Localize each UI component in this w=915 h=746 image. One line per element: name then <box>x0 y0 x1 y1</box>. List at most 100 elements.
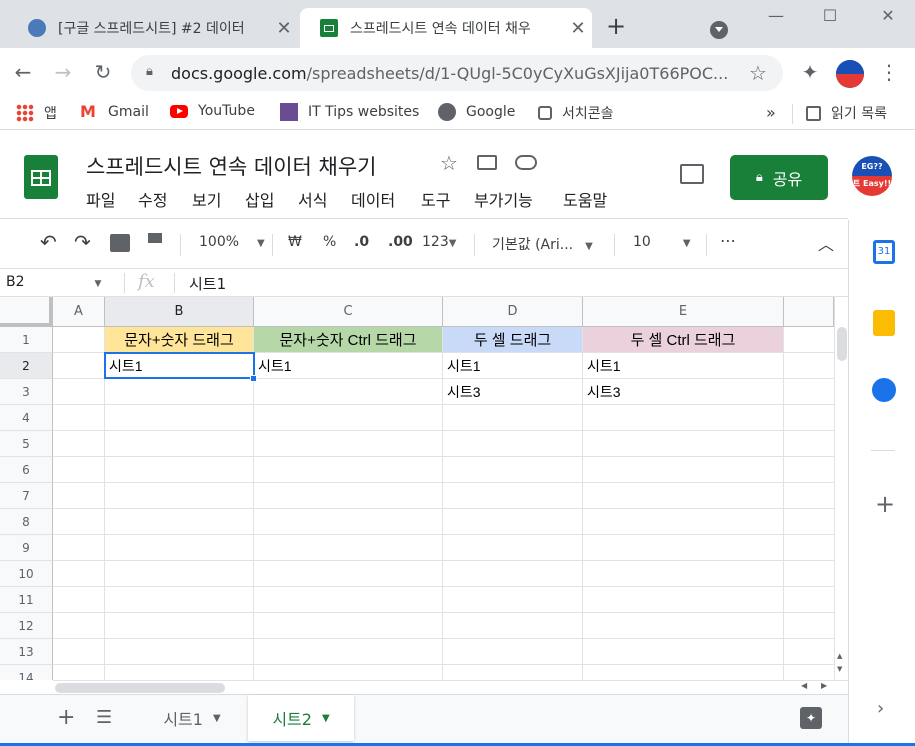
back-icon[interactable]: ← <box>10 60 36 84</box>
menu-format[interactable]: 서식 <box>298 187 327 211</box>
bookmark-apps[interactable]: 앱 <box>16 103 57 123</box>
close-window-icon[interactable]: ✕ <box>868 6 908 25</box>
percent-format-button[interactable]: % <box>323 234 336 250</box>
row-header[interactable]: 3 <box>0 379 53 405</box>
account-avatar[interactable]: EG?? 트 Easy!! <box>852 156 892 196</box>
currency-format-button[interactable]: ₩ <box>288 234 302 250</box>
horizontal-scrollbar[interactable]: ◀ ▶ <box>53 680 848 694</box>
scroll-down-arrow-icon[interactable]: ▼ <box>837 665 842 673</box>
reading-list-button[interactable]: 읽기 목록 <box>806 103 887 123</box>
row-header[interactable]: 13 <box>0 639 53 665</box>
browser-tab-inactive[interactable]: [구글 스프레드시트] #2 데이터 ✕ <box>8 8 298 48</box>
menu-file[interactable]: 파일 <box>86 187 115 211</box>
add-sheet-icon[interactable]: + <box>57 705 75 730</box>
cell-c2[interactable]: 시트1 <box>254 353 443 379</box>
undo-icon[interactable]: ↶ <box>40 230 57 254</box>
fill-handle[interactable] <box>250 375 257 382</box>
vertical-scrollbar[interactable]: ▲ ▼ <box>834 297 848 680</box>
scroll-up-arrow-icon[interactable]: ▲ <box>837 652 842 660</box>
column-header-b[interactable]: B <box>105 297 254 327</box>
explore-icon[interactable]: ✦ <box>800 707 822 729</box>
cell-e3[interactable]: 시트3 <box>583 379 784 405</box>
cell-d2[interactable]: 시트1 <box>443 353 583 379</box>
redo-icon[interactable]: ↷ <box>74 230 91 254</box>
star-icon[interactable]: ☆ <box>440 151 458 175</box>
decrease-decimal-button[interactable]: .0 <box>354 234 369 250</box>
bookmark-google[interactable]: Google <box>438 103 515 121</box>
menu-addons[interactable]: 부가기능 <box>474 187 533 211</box>
reload-icon[interactable]: ↻ <box>90 60 116 84</box>
bookmark-youtube[interactable]: YouTube <box>170 103 255 119</box>
font-size-select[interactable]: 10 ▼ <box>633 234 691 250</box>
move-folder-icon[interactable] <box>477 155 497 170</box>
bookmark-star-icon[interactable]: ☆ <box>749 61 767 85</box>
horizontal-scroll-thumb[interactable] <box>55 683 225 693</box>
keep-icon[interactable] <box>873 310 895 336</box>
calendar-icon[interactable]: 31 <box>873 240 895 264</box>
address-bar[interactable]: 🔒︎ docs.google.com/spreadsheets/d/1-QUgl… <box>131 55 783 91</box>
more-options-button[interactable]: ⋯ <box>720 231 736 250</box>
name-box[interactable]: B2 ▼ <box>6 274 101 290</box>
menu-data[interactable]: 데이터 <box>351 187 395 211</box>
formula-input[interactable]: 시트1 <box>189 273 226 294</box>
close-tab-icon[interactable]: ✕ <box>270 18 298 39</box>
row-header[interactable]: 14 <box>0 665 53 680</box>
zoom-select[interactable]: 100% ▼ <box>199 234 265 250</box>
column-header-d[interactable]: D <box>443 297 583 327</box>
select-all-corner[interactable] <box>0 297 53 327</box>
row-header[interactable]: 11 <box>0 587 53 613</box>
maximize-icon[interactable]: ☐ <box>810 6 850 25</box>
cell-d1[interactable]: 두 셀 드래그 <box>443 327 583 353</box>
more-bookmarks-button[interactable]: » <box>766 103 776 122</box>
browser-tab-active[interactable]: 스프레드시트 연속 데이터 채우 ✕ <box>300 8 592 48</box>
paint-format-icon[interactable] <box>148 233 162 243</box>
expand-panel-icon[interactable]: › <box>877 698 884 719</box>
tasks-icon[interactable] <box>872 378 896 402</box>
extensions-icon[interactable]: ✦ <box>797 60 823 84</box>
bookmark-gmail[interactable]: M Gmail <box>80 103 149 121</box>
collapse-toolbar-icon[interactable]: ︿ <box>818 231 834 255</box>
close-tab-icon[interactable]: ✕ <box>564 18 592 39</box>
sheets-logo-icon[interactable] <box>24 155 58 199</box>
row-header[interactable]: 6 <box>0 457 53 483</box>
menu-tools[interactable]: 도구 <box>421 187 450 211</box>
new-tab-button[interactable]: + <box>606 12 626 40</box>
increase-decimal-button[interactable]: .00 <box>388 234 413 250</box>
row-header[interactable]: 9 <box>0 535 53 561</box>
get-addons-icon[interactable]: + <box>875 490 895 518</box>
column-header-e[interactable]: E <box>583 297 784 327</box>
scroll-right-arrow-icon[interactable]: ▶ <box>821 681 827 690</box>
bookmark-search-console[interactable]: 서치콘솔 <box>538 103 614 123</box>
cell-e1[interactable]: 두 셀 Ctrl 드래그 <box>583 327 784 353</box>
bookmark-it-tips[interactable]: IT Tips websites <box>280 103 419 121</box>
row-header[interactable]: 1 <box>0 327 53 353</box>
menu-insert[interactable]: 삽입 <box>245 187 274 211</box>
row-header[interactable]: 2 <box>0 353 53 379</box>
cell-b1[interactable]: 문자+숫자 드래그 <box>105 327 254 353</box>
number-format-select[interactable]: 123▼ <box>422 234 456 250</box>
cell-d3[interactable]: 시트3 <box>443 379 583 405</box>
row-header[interactable]: 12 <box>0 613 53 639</box>
sheet-tab-2-active[interactable]: 시트2 ▼ <box>248 695 354 741</box>
column-header-c[interactable]: C <box>254 297 443 327</box>
minimize-icon[interactable]: — <box>756 6 796 25</box>
font-family-select[interactable]: 기본값 (Ari... ▼ <box>492 234 593 254</box>
forward-icon[interactable]: → <box>50 60 76 84</box>
print-icon[interactable] <box>110 234 130 252</box>
menu-help[interactable]: 도움말 <box>563 187 607 211</box>
row-header[interactable]: 5 <box>0 431 53 457</box>
browser-menu-icon[interactable]: ⋮ <box>876 60 902 84</box>
comments-icon[interactable] <box>680 164 704 184</box>
column-header-f[interactable] <box>784 297 834 327</box>
profile-avatar[interactable] <box>836 60 864 88</box>
sheet-tab-1[interactable]: 시트1 ▼ <box>138 695 246 741</box>
share-button[interactable]: 🔒︎ 공유 <box>730 155 828 200</box>
row-header[interactable]: 4 <box>0 405 53 431</box>
row-header[interactable]: 8 <box>0 509 53 535</box>
vertical-scroll-thumb[interactable] <box>837 327 847 361</box>
column-header-a[interactable]: A <box>53 297 105 327</box>
row-header[interactable]: 10 <box>0 561 53 587</box>
cell-e2[interactable]: 시트1 <box>583 353 784 379</box>
menu-view[interactable]: 보기 <box>192 187 221 211</box>
cell-c1[interactable]: 문자+숫자 Ctrl 드래그 <box>254 327 443 353</box>
